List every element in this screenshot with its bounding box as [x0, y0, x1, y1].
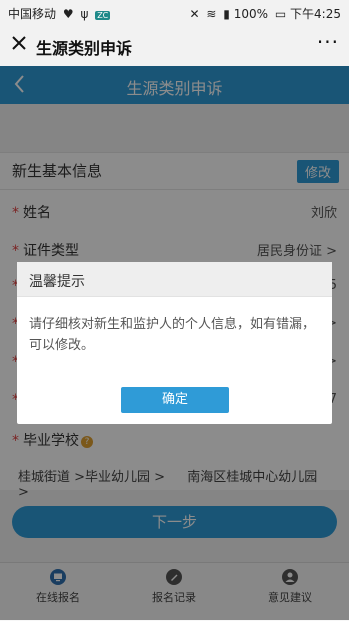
status-left: 中国移动 ♥ ψ ZC: [8, 5, 111, 22]
status-bar: 中国移动 ♥ ψ ZC ✕ ≋ ▮ 100% ▭ 下午4:25: [0, 0, 349, 24]
usb-icon: ψ: [80, 7, 89, 21]
dialog-message: 请仔细核对新生和监护人的个人信息，如有错漏，可以修改。: [29, 317, 316, 353]
mute-icon: ✕: [189, 7, 200, 21]
signal-icon: ▮: [223, 7, 230, 21]
close-icon[interactable]: [8, 32, 30, 54]
dialog-title: 温馨提示: [29, 274, 85, 290]
battery-percent: 100%: [233, 7, 269, 21]
notice-dialog: 温馨提示 请仔细核对新生和监护人的个人信息，如有错漏，可以修改。 确定: [17, 262, 332, 424]
battery-icon: ▭: [274, 7, 287, 21]
confirm-button[interactable]: 确定: [121, 387, 229, 413]
webview-titlebar: 生源类别申诉 ···: [0, 24, 349, 66]
carrier-label: 中国移动: [8, 7, 57, 21]
more-menu-icon[interactable]: ···: [317, 30, 339, 54]
heart-icon: ♥: [62, 7, 74, 21]
app-badge-icon: ZC: [95, 11, 111, 20]
clock: 下午4:25: [290, 7, 341, 21]
dialog-header: 温馨提示: [17, 262, 332, 297]
wifi-icon: ≋: [206, 7, 217, 21]
status-right: ✕ ≋ ▮ 100% ▭ 下午4:25: [187, 5, 341, 22]
webview-title: 生源类别申诉: [36, 39, 133, 58]
